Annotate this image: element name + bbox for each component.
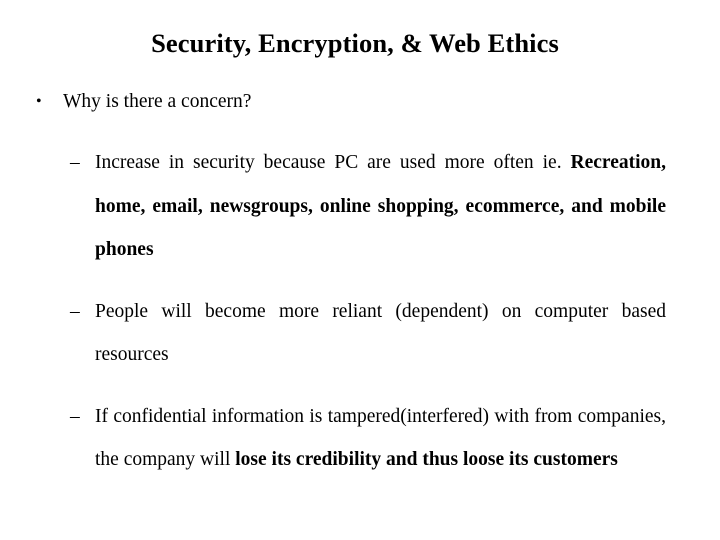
bullet-level2-3-text-bold: lose its credibility and thus loose its … <box>235 449 618 470</box>
bullet-level1: • Why is there a concern? <box>0 80 720 123</box>
bullet-dot-icon: • <box>36 93 42 110</box>
bullet-dash-icon: – <box>70 152 80 173</box>
bullet-level2-1: – Increase in security because PC are use… <box>70 141 666 272</box>
bullet-dash-icon: – <box>70 405 80 427</box>
bullet-level2-2: – People will become more reliant (depend… <box>70 290 666 377</box>
bullet-level2-3: – If confidential information is tampered… <box>70 395 666 482</box>
bullet-level1-text: Why is there a concern? <box>63 91 252 112</box>
bullet-dash-icon: – <box>70 300 80 322</box>
bullet-level2-2-text-regular: People will become more reliant (depende… <box>95 300 666 366</box>
slide: Security, Encryption, & Web Ethics • Why… <box>0 0 720 540</box>
slide-body: • Why is there a concern? – Increase in s… <box>0 80 720 482</box>
bullet-level2-1-text-regular: Increase in security because PC are used… <box>95 152 562 173</box>
slide-title: Security, Encryption, & Web Ethics <box>151 28 559 58</box>
